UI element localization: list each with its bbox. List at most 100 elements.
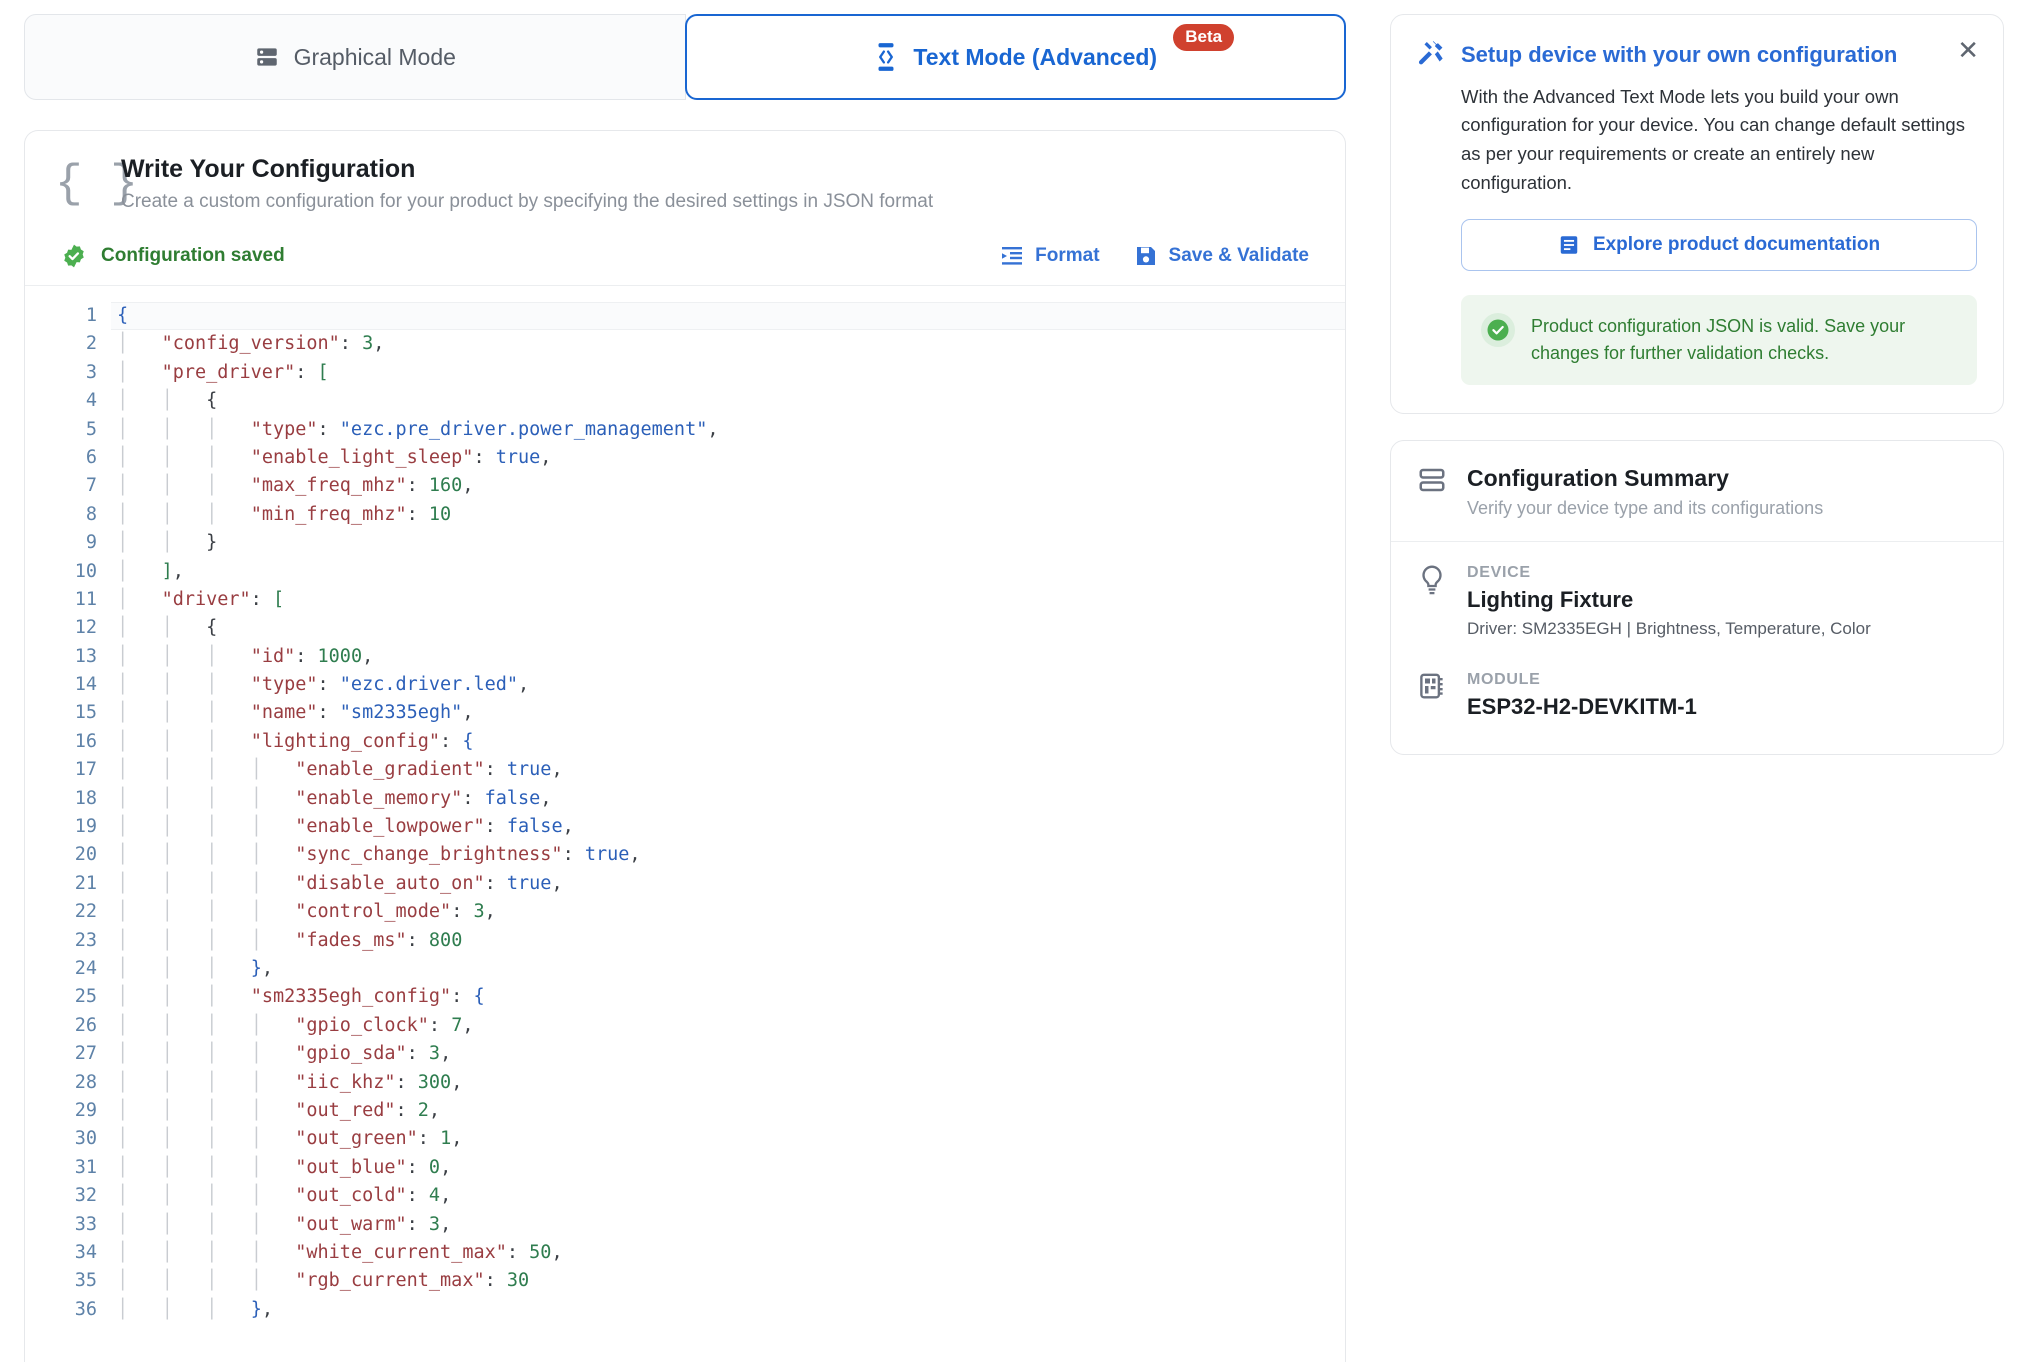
code-line[interactable]: │ "driver": [ (111, 586, 1345, 614)
indent-guide: │ (250, 929, 296, 951)
indent-guide: │ (117, 390, 162, 412)
code-token: "min_freq_mhz" (250, 503, 407, 525)
code-line[interactable]: │ │ │ │ "iic_khz": 300, (111, 1069, 1345, 1097)
code-line[interactable]: │ │ │ │ "enable_gradient": true, (111, 756, 1345, 784)
save-and-validate-button[interactable]: Save & Validate (1134, 244, 1309, 268)
close-icon[interactable]: ✕ (1957, 37, 1979, 63)
code-token: , (261, 957, 273, 979)
indent-guide: │ (117, 986, 162, 1008)
code-token: 0 (428, 1156, 441, 1178)
line-number: 24 (74, 957, 97, 979)
code-line[interactable]: │ │ │ │ "out_red": 2, (111, 1097, 1345, 1125)
code-token: 800 (428, 929, 463, 951)
indent-guide: │ (250, 1014, 296, 1036)
indent-guide: │ (117, 361, 162, 383)
explore-product-documentation-button[interactable]: Explore product documentation (1461, 219, 1977, 272)
code-line[interactable]: │ │ │ │ "out_cold": 4, (111, 1182, 1345, 1210)
stacked-rows-icon (1417, 465, 1447, 495)
code-line[interactable]: │ "config_version": 3, (111, 330, 1345, 358)
code-line[interactable]: │ │ { (111, 387, 1345, 415)
indent-guide: │ (206, 816, 251, 838)
tab-text-mode-advanced[interactable]: Text Mode (Advanced) Beta (684, 14, 1346, 100)
indent-guide: │ (206, 1241, 251, 1263)
code-token: : (406, 1185, 429, 1207)
code-line[interactable]: │ │ │ │ "rgb_current_max": 30 (111, 1267, 1345, 1295)
code-line[interactable]: │ │ │ "lighting_config": { (111, 728, 1345, 756)
code-line[interactable]: │ ], (111, 558, 1345, 586)
code-token: { (206, 617, 218, 639)
code-token: "driver" (161, 588, 251, 610)
code-line[interactable]: { (111, 302, 1345, 331)
code-area[interactable]: {│ "config_version": 3, │ "pre_driver": [… (111, 286, 1345, 1362)
indent-guide: │ (117, 1156, 162, 1178)
code-line[interactable]: │ │ │ "name": "sm2335egh", (111, 699, 1345, 727)
code-line[interactable]: │ │ │ │ "gpio_clock": 7, (111, 1012, 1345, 1040)
code-line[interactable]: │ │ } (111, 529, 1345, 557)
indent-guide: │ (117, 418, 162, 440)
line-number: 6 (85, 446, 97, 468)
code-line[interactable]: │ │ │ "enable_light_sleep": true, (111, 444, 1345, 472)
indent-guide: │ (161, 901, 207, 923)
indent-guide: │ (206, 957, 251, 979)
code-line[interactable]: │ │ │ "type": "ezc.pre_driver.power_mana… (111, 416, 1345, 444)
code-line[interactable]: │ │ │ │ "sync_change_brightness": true, (111, 841, 1345, 869)
setup-panel-header: Setup device with your own configuration (1417, 39, 1977, 69)
code-token: : (406, 1213, 429, 1235)
code-token: : (440, 730, 463, 752)
code-token: , (440, 1043, 452, 1065)
code-line[interactable]: │ │ │ }, (111, 955, 1345, 983)
tab-graphical-mode[interactable]: Graphical Mode (24, 14, 686, 100)
code-token: 1000 (317, 645, 363, 667)
code-line[interactable]: │ │ │ │ "enable_memory": false, (111, 785, 1345, 813)
code-line[interactable]: │ │ { (111, 614, 1345, 642)
code-line[interactable]: │ │ │ }, (111, 1296, 1345, 1324)
code-line[interactable]: │ │ │ │ "disable_auto_on": true, (111, 870, 1345, 898)
format-button[interactable]: Format (1000, 244, 1100, 268)
code-token: , (540, 787, 552, 809)
editor-toolbar: Configuration saved Format Save & Valida… (25, 235, 1345, 285)
code-line[interactable]: │ │ │ │ "fades_ms": 800 (111, 927, 1345, 955)
code-token: , (540, 446, 552, 468)
code-line[interactable]: │ │ │ │ "enable_lowpower": false, (111, 813, 1345, 841)
summary-subtitle: Verify your device type and its configur… (1467, 498, 1824, 519)
line-number: 27 (74, 1043, 97, 1065)
indent-guide: │ (206, 1071, 251, 1093)
code-token: , (518, 674, 530, 696)
code-token: 300 (417, 1071, 452, 1093)
indent-guide: │ (250, 787, 296, 809)
toolbar-actions: Format Save & Validate (1000, 244, 1309, 268)
indent-guide: │ (117, 1043, 162, 1065)
code-line[interactable]: │ │ │ │ "control_mode": 3, (111, 898, 1345, 926)
indent-guide: │ (206, 702, 251, 724)
code-line[interactable]: │ │ │ "sm2335egh_config": { (111, 983, 1345, 1011)
configuration-summary-panel: Configuration Summary Verify your device… (1390, 440, 2004, 756)
code-line[interactable]: │ │ │ │ "out_green": 1, (111, 1125, 1345, 1153)
code-line[interactable]: │ │ │ │ "gpio_sda": 3, (111, 1040, 1345, 1068)
page-title: Write Your Configuration (121, 155, 416, 183)
code-line[interactable]: │ │ │ │ "white_current_max": 50, (111, 1239, 1345, 1267)
code-token: : (451, 986, 474, 1008)
code-line[interactable]: │ │ │ │ "out_blue": 0, (111, 1154, 1345, 1182)
indent-guide: │ (206, 759, 251, 781)
code-token: : (295, 645, 318, 667)
line-number: 36 (74, 1298, 97, 1320)
card-header: { } Write Your Configuration Create a cu… (25, 131, 1345, 235)
indent-guide: │ (161, 475, 207, 497)
code-token: : (295, 361, 318, 383)
line-number: 12 (74, 617, 97, 639)
code-line[interactable]: │ "pre_driver": [ (111, 359, 1345, 387)
code-line[interactable]: │ │ │ "id": 1000, (111, 643, 1345, 671)
curly-braces-icon: { } (55, 158, 138, 210)
json-code-editor[interactable]: 1 2 3 4 5 6 7 8 9 10 11 12 13 14 15 16 17 18 19 20 21 22 23 24 2… (25, 285, 1345, 1362)
code-token: "config_version" (161, 333, 340, 355)
code-line[interactable]: │ │ │ │ "out_warm": 3, (111, 1211, 1345, 1239)
code-line[interactable]: │ │ │ "min_freq_mhz": 10 (111, 501, 1345, 529)
indent-guide: │ (250, 1071, 296, 1093)
server-rack-icon (254, 44, 280, 70)
code-line[interactable]: │ │ │ "max_freq_mhz": 160, (111, 472, 1345, 500)
indent-guide: │ (161, 1270, 207, 1292)
code-token: "sm2335egh" (339, 702, 463, 724)
indent-guide: │ (250, 901, 296, 923)
code-line[interactable]: │ │ │ "type": "ezc.driver.led", (111, 671, 1345, 699)
code-token: , (484, 901, 496, 923)
